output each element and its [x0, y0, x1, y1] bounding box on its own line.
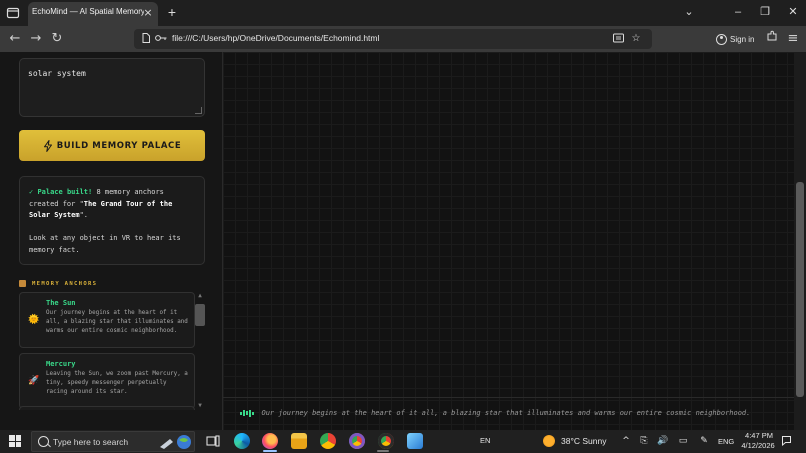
chrome-profile-2-icon[interactable] — [378, 433, 394, 449]
account-icon — [716, 33, 727, 45]
browser-tab-bar: EchoMind — AI Spatial Memory Pa × + ⌄ – … — [0, 0, 806, 26]
build-memory-palace-button[interactable]: BUILD MEMORY PALACE — [19, 130, 205, 161]
rocket-icon: 🚀 — [28, 376, 40, 386]
clock-time[interactable]: 4:47 PM — [744, 431, 774, 440]
windows-start-icon[interactable] — [9, 435, 21, 447]
notifications-icon[interactable] — [780, 435, 792, 447]
back-arrow-icon[interactable]: ← — [6, 30, 24, 48]
app-icon[interactable] — [407, 433, 423, 449]
textarea-resize-handle[interactable] — [195, 107, 202, 114]
caption-text: Our journey begins at the heart of it al… — [261, 409, 751, 417]
status-built-text: Palace built! — [37, 188, 93, 196]
url-text: file:///C:/Users/hp/OneDrive/Documents/E… — [172, 33, 380, 43]
clock-date[interactable]: 4/12/2026 — [740, 441, 776, 450]
search-highlight-art-icon — [160, 435, 191, 449]
show-hidden-icons-chevron-icon[interactable]: ^ — [620, 435, 632, 447]
weather-text[interactable]: 38°C Sunny — [561, 436, 606, 446]
anchor-text: Our journey begins at the heart of it al… — [46, 310, 188, 334]
forward-arrow-icon[interactable]: → — [27, 30, 45, 48]
chrome-open-indicator — [377, 450, 389, 452]
chrome-profile-icon[interactable] — [349, 433, 365, 449]
anchor-card-mercury[interactable]: 🚀 Mercury Leaving the Sun, we zoom past … — [19, 353, 195, 409]
page-info-icon[interactable] — [139, 32, 153, 46]
battery-icon[interactable]: ▭ — [677, 435, 689, 447]
tab-close-icon[interactable]: × — [142, 6, 154, 20]
check-icon: ✓ — [29, 188, 34, 196]
sign-in-label: Sign in — [730, 34, 755, 44]
taskbar-search-box[interactable]: Type here to search — [31, 431, 195, 452]
bookmark-star-icon[interactable]: ☆ — [629, 32, 643, 46]
page-scroll-thumb[interactable] — [796, 182, 804, 397]
input-language[interactable]: ENG — [718, 437, 734, 446]
status-created-suffix: ". — [79, 211, 89, 219]
page-viewport: solar system BUILD MEMORY PALACE ✓ Palac… — [0, 52, 806, 430]
palace-status-panel: ✓ Palace built! 8 memory anchors created… — [19, 176, 205, 265]
edge-browser-icon[interactable] — [234, 433, 250, 449]
anchor-name: The Sun — [46, 299, 76, 307]
sign-in-button[interactable]: Sign in — [716, 31, 754, 47]
search-icon — [38, 436, 49, 447]
permissions-key-icon[interactable] — [154, 32, 168, 46]
anchor-list-scrollbar[interactable]: ▲ ▼ — [195, 292, 205, 410]
anchor-name: Mercury — [46, 360, 76, 368]
scroll-down-arrow-icon[interactable]: ▼ — [195, 402, 205, 410]
tab-title: EchoMind — AI Spatial Memory Pa — [32, 7, 144, 16]
status-hint: Look at any object in VR to hear its mem… — [29, 234, 181, 254]
lightning-bolt-icon — [43, 139, 52, 152]
restore-window-button[interactable]: ❐ — [756, 4, 774, 20]
minimize-window-button[interactable]: – — [729, 4, 747, 20]
close-window-button[interactable]: ✕ — [784, 4, 802, 20]
sun-icon: 🌞 — [28, 315, 40, 325]
anchor-text: Leaving the Sun, we zoom past Mercury, a… — [46, 371, 188, 395]
build-button-label: BUILD MEMORY PALACE — [56, 140, 182, 151]
memory-anchor-list[interactable]: 🌞 The Sun Our journey begins at the hear… — [19, 292, 195, 410]
topic-value: solar system — [28, 69, 86, 78]
anchor-list-scroll-thumb[interactable] — [195, 304, 205, 326]
page-scrollbar[interactable] — [794, 52, 806, 430]
chrome-browser-icon[interactable] — [320, 433, 336, 449]
pen-workspace-icon[interactable]: ✎ — [698, 435, 710, 447]
meet-now-icon[interactable]: ⎘ — [638, 435, 650, 447]
anchor-card-the-sun[interactable]: 🌞 The Sun Our journey begins at the hear… — [19, 292, 195, 348]
topic-textarea[interactable]: solar system — [19, 58, 205, 117]
windows-taskbar: Type here to search EN 38°C Sunny ^ ⎘ 🔊 … — [0, 430, 806, 453]
memory-anchors-label: MEMORY ANCHORS — [32, 280, 98, 287]
chevron-down-icon[interactable]: ⌄ — [680, 4, 698, 20]
narration-caption: Our journey begins at the heart of it al… — [240, 409, 750, 417]
browser-toolbar: ← → ↻ file:///C:/Users/hp/OneDrive/Docum… — [0, 26, 806, 52]
speaker-volume-icon[interactable]: 🔊 — [657, 435, 669, 447]
search-placeholder: Type here to search — [53, 437, 129, 447]
language-indicator[interactable]: EN — [480, 436, 490, 445]
weather-sun-icon — [543, 435, 555, 447]
firefox-browser-icon[interactable] — [262, 433, 278, 449]
file-explorer-icon[interactable] — [291, 433, 307, 449]
vr-scene-canvas[interactable] — [223, 52, 794, 430]
caption-divider — [223, 397, 794, 398]
browser-tab-echomind[interactable]: EchoMind — AI Spatial Memory Pa × — [28, 2, 158, 26]
firefox-active-indicator — [263, 450, 277, 452]
status-message: ✓ Palace built! 8 memory anchors created… — [29, 187, 195, 222]
scroll-icon — [19, 280, 26, 287]
extensions-icon[interactable] — [763, 30, 781, 48]
address-bar[interactable]: file:///C:/Users/hp/OneDrive/Documents/E… — [134, 29, 652, 49]
anchor-card-next[interactable] — [19, 406, 195, 410]
app-menu-icon[interactable]: ≡ — [784, 30, 802, 48]
reload-icon[interactable]: ↻ — [48, 30, 66, 48]
memory-anchors-heading: MEMORY ANCHORS — [19, 280, 97, 287]
control-sidebar: solar system BUILD MEMORY PALACE ✓ Palac… — [0, 52, 222, 430]
audio-wave-icon — [240, 409, 254, 417]
new-tab-button[interactable]: + — [164, 4, 180, 20]
reader-mode-icon[interactable] — [611, 32, 625, 46]
tab-list-icon[interactable] — [5, 5, 21, 21]
task-view-icon[interactable] — [205, 433, 221, 449]
scroll-up-arrow-icon[interactable]: ▲ — [195, 292, 205, 300]
